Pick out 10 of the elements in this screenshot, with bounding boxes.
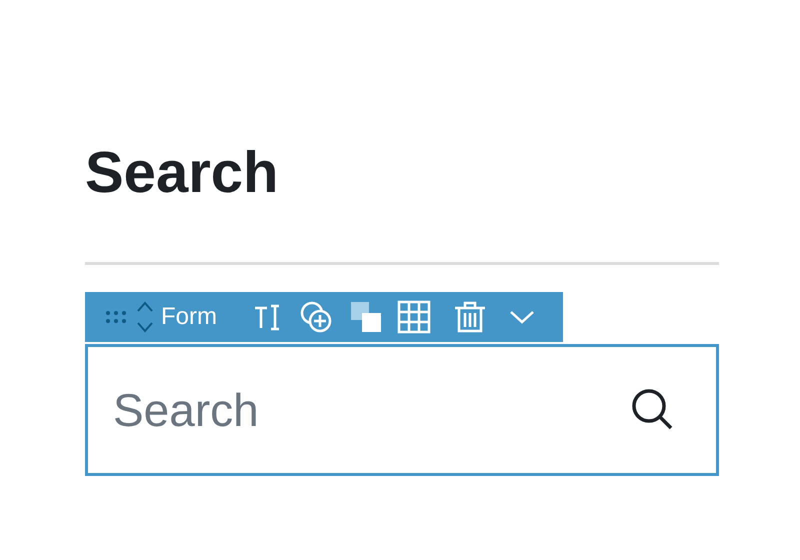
drag-handle-icon[interactable] xyxy=(105,309,129,325)
search-field[interactable]: Search xyxy=(85,344,719,476)
trash-icon[interactable] xyxy=(453,300,487,334)
page-heading: Search xyxy=(85,139,280,207)
move-up-down-icon[interactable] xyxy=(135,299,155,335)
layers-icon[interactable] xyxy=(349,300,383,334)
block-type-label: Form xyxy=(161,302,217,332)
chevron-down-icon[interactable] xyxy=(509,309,535,325)
add-circle-icon[interactable] xyxy=(299,300,333,334)
grid-icon[interactable] xyxy=(397,300,431,334)
